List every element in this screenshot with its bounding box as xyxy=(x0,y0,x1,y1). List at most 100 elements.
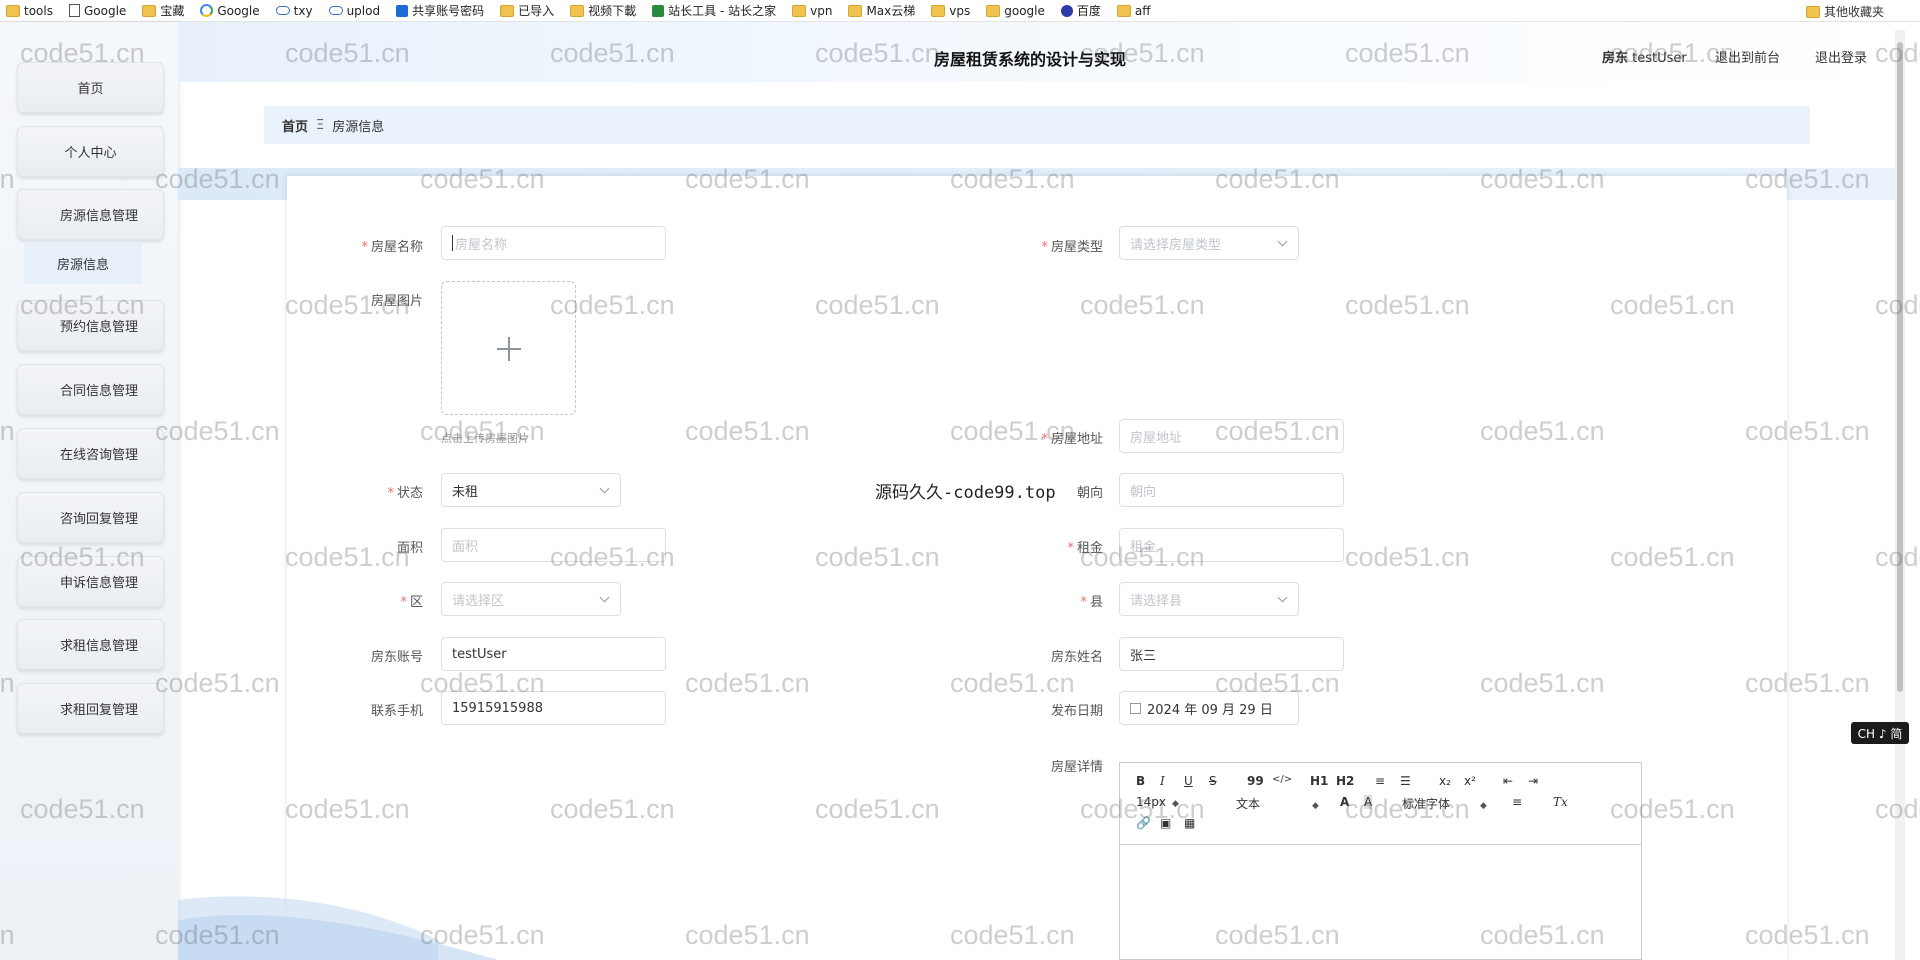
outdent-icon[interactable]: ⇤ xyxy=(1503,774,1513,788)
sidebar-item-rental-reply-management[interactable]: 求租回复管理 xyxy=(17,683,164,734)
status-label: * 状态 xyxy=(387,486,423,501)
house-name-label: * 房屋名称 xyxy=(361,240,423,255)
code-button[interactable]: </> xyxy=(1272,774,1292,785)
address-label: * 房屋地址 xyxy=(1041,432,1103,447)
rent-input[interactable]: 租金 xyxy=(1119,528,1344,562)
page-scrollbar[interactable] xyxy=(1895,30,1905,960)
folder-icon xyxy=(1116,4,1131,17)
current-user: 房东 testUser xyxy=(1602,51,1687,66)
county-select[interactable]: 请选择县 xyxy=(1119,582,1299,616)
bold-button[interactable]: B xyxy=(1136,774,1145,788)
publish-date-label: 发布日期 xyxy=(1050,704,1103,719)
breadcrumb: 首页 Ξ 房源信息 xyxy=(264,106,1810,144)
house-name-input[interactable]: 房屋名称 xyxy=(441,226,666,260)
bookmark-item[interactable]: tools xyxy=(6,4,53,18)
house-image-label: 房屋图片 xyxy=(370,294,423,309)
orientation-label: 朝向 xyxy=(1076,486,1103,501)
bookmark-item[interactable]: 已导入 xyxy=(500,2,554,19)
bookmarks-bar: tools Google 宝藏 Google txy uplod 共享账号密码 已导入 视频下載… xyxy=(0,0,1920,22)
ime-indicator[interactable]: CH ♪ 简 xyxy=(1851,722,1909,744)
bookmark-item[interactable]: Max云梯 xyxy=(848,2,915,19)
indent-icon[interactable]: ⇥ xyxy=(1528,774,1538,788)
bookmark-item[interactable]: 宝藏 xyxy=(142,2,184,19)
bullet-list-icon[interactable]: ☰ xyxy=(1400,774,1411,788)
chevron-down-icon xyxy=(599,483,610,494)
bookmark-item[interactable]: google xyxy=(986,4,1045,18)
h1-button[interactable]: H1 xyxy=(1310,774,1328,788)
landlord-name-input[interactable]: 张三 xyxy=(1119,637,1344,671)
logout-link[interactable]: 退出登录 xyxy=(1815,47,1867,66)
font-family-select[interactable]: 标准字体 ◆ xyxy=(1402,795,1487,812)
ordered-list-icon[interactable]: ≡ xyxy=(1375,774,1385,788)
other-bookmarks[interactable]: 其他收藏夹 xyxy=(1805,3,1884,20)
editor-toolbar: B I U S 99 </> H1 H2 ≡ ☰ x₂ x² ⇤ ⇥ 14px ◆… xyxy=(1120,763,1641,845)
scrollbar-thumb[interactable] xyxy=(1897,42,1903,692)
block-type-select[interactable]: 文本 ◆ xyxy=(1236,795,1319,812)
folder-icon xyxy=(848,4,863,17)
folder-icon xyxy=(1805,5,1820,18)
landlord-account-input[interactable]: testUser xyxy=(441,637,666,671)
status-select[interactable]: 未租 xyxy=(441,473,621,507)
back-to-front-link[interactable]: 退出到前台 xyxy=(1715,47,1780,66)
h2-button[interactable]: H2 xyxy=(1336,774,1354,788)
sidebar-item-contract-management[interactable]: 合同信息管理 xyxy=(17,364,164,415)
rich-text-editor[interactable]: B I U S 99 </> H1 H2 ≡ ☰ x₂ x² ⇤ ⇥ 14px ◆… xyxy=(1119,762,1642,960)
sidebar-item-home[interactable]: 首页 xyxy=(17,62,164,113)
bookmark-item[interactable]: vps xyxy=(931,4,970,18)
area-input[interactable]: 面积 xyxy=(441,528,666,562)
cloud-icon xyxy=(328,6,343,15)
orientation-input[interactable]: 朝向 xyxy=(1119,473,1344,507)
sidebar-item-house-management[interactable]: 房源信息管理 xyxy=(17,189,164,240)
house-type-select[interactable]: 请选择房屋类型 xyxy=(1119,226,1299,260)
strike-button[interactable]: S xyxy=(1209,774,1217,788)
publish-date-picker[interactable]: 2024 年 09 月 29 日 xyxy=(1119,691,1299,725)
district-label: * 区 xyxy=(400,595,423,610)
text-cursor xyxy=(452,235,453,251)
superscript-button[interactable]: x² xyxy=(1464,774,1476,788)
italic-button[interactable]: I xyxy=(1160,774,1165,788)
sidebar-item-reply-management[interactable]: 咨询回复管理 xyxy=(17,492,164,543)
area-label: 面积 xyxy=(396,541,423,556)
background-color-button[interactable]: A xyxy=(1364,795,1373,809)
underline-button[interactable]: U xyxy=(1184,774,1193,788)
district-select[interactable]: 请选择区 xyxy=(441,582,621,616)
bookmark-item[interactable]: txy xyxy=(275,4,313,18)
rent-label: * 租金 xyxy=(1067,541,1103,556)
sidebar-item-rental-request-management[interactable]: 求租信息管理 xyxy=(17,619,164,670)
bookmark-item[interactable]: Google xyxy=(68,4,126,18)
subscript-button[interactable]: x₂ xyxy=(1439,774,1451,788)
calendar-icon xyxy=(1130,702,1141,714)
bookmark-item[interactable]: 共享账号密码 xyxy=(396,2,484,19)
folder-icon xyxy=(6,4,20,17)
sidebar-item-reservation-management[interactable]: 预约信息管理 xyxy=(17,300,164,351)
sidebar-item-consultation-management[interactable]: 在线咨询管理 xyxy=(17,428,164,479)
quote-button[interactable]: 99 xyxy=(1247,774,1264,788)
bookmark-item[interactable]: aff xyxy=(1116,4,1151,18)
image-upload-button[interactable] xyxy=(441,281,576,415)
folder-icon xyxy=(986,4,1001,17)
image-icon[interactable]: ▣ xyxy=(1160,816,1171,830)
bookmark-item[interactable]: 百度 xyxy=(1060,2,1101,19)
document-icon xyxy=(68,4,80,17)
video-icon[interactable]: ▦ xyxy=(1184,816,1195,830)
font-size-select[interactable]: 14px ◆ xyxy=(1136,795,1179,809)
sidebar-subitem-house-info[interactable]: 房源信息 xyxy=(24,242,142,284)
align-icon[interactable]: ≡ xyxy=(1512,795,1522,809)
bookmark-item[interactable]: 站长工具 - 站长之家 xyxy=(652,2,776,19)
address-input[interactable]: 房屋地址 xyxy=(1119,419,1344,453)
sidebar-item-complaint-management[interactable]: 申诉信息管理 xyxy=(17,556,164,607)
link-icon[interactable]: 🔗 xyxy=(1136,816,1151,830)
bookmark-item[interactable]: uplod xyxy=(328,4,380,18)
tool-icon xyxy=(652,4,665,17)
bookmark-item[interactable]: vpn xyxy=(792,4,832,18)
text-color-button[interactable]: A xyxy=(1340,795,1349,809)
bookmark-item[interactable]: 视频下載 xyxy=(570,2,636,19)
bookmark-item[interactable]: Google xyxy=(200,4,260,18)
breadcrumb-home[interactable]: 首页 xyxy=(282,116,308,135)
phone-input[interactable]: 15915915988 xyxy=(441,691,666,725)
folder-icon xyxy=(931,4,946,17)
sidebar-item-personal-center[interactable]: 个人中心 xyxy=(17,126,164,177)
breadcrumb-current: 房源信息 xyxy=(332,119,385,135)
clean-format-button[interactable]: Tx xyxy=(1553,795,1568,809)
upload-hint: 点击上传房屋图片 xyxy=(441,432,529,445)
